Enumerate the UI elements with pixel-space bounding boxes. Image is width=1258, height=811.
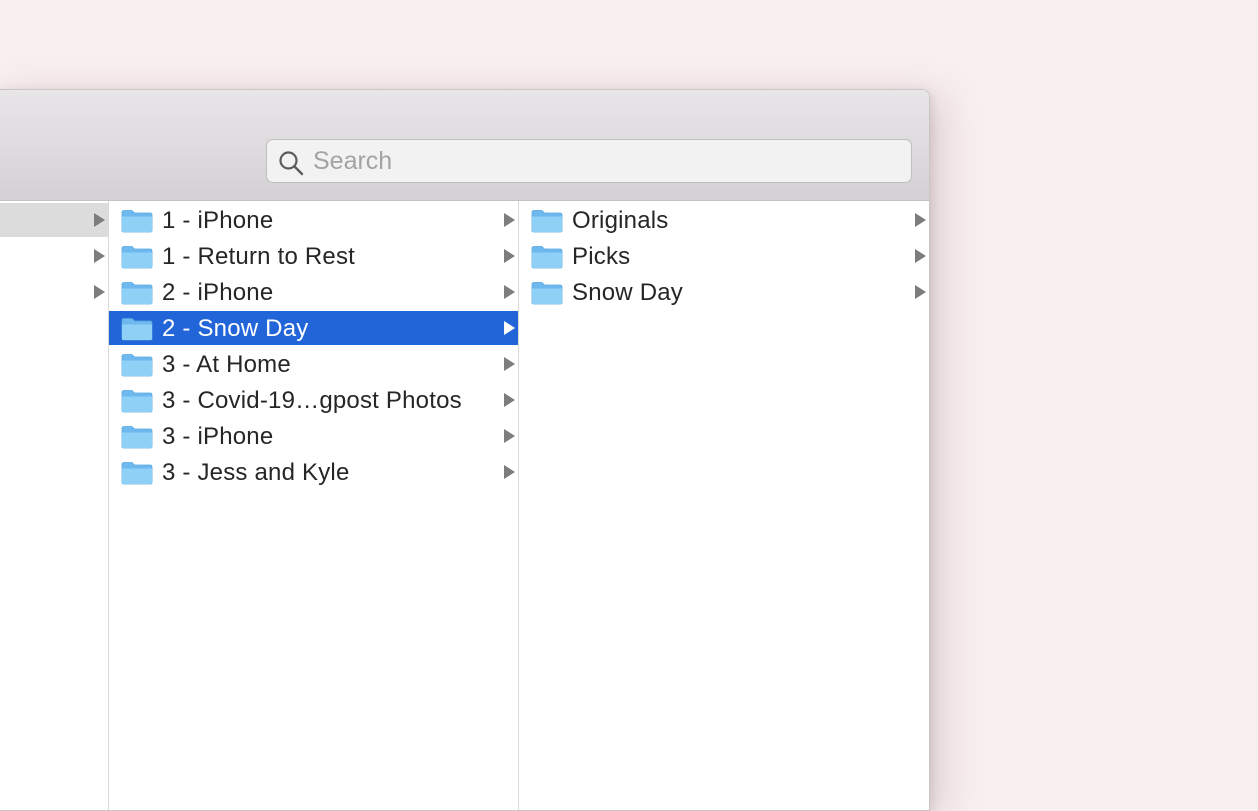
- search-field[interactable]: [266, 139, 912, 183]
- folder-icon: [121, 246, 153, 269]
- folder-label: Originals: [572, 207, 669, 234]
- folder-row-selected[interactable]: 2 - Snow Day: [109, 311, 518, 345]
- finder-window: 1 - iPhone 1 - Return to Rest 2 - iPhone…: [0, 89, 930, 811]
- list-item[interactable]: [0, 203, 108, 237]
- column-contents: Originals Picks Snow Day: [519, 201, 929, 810]
- folder-label: 2 - Snow Day: [162, 315, 309, 342]
- search-icon: [279, 151, 304, 176]
- disclosure-triangle-icon: [915, 285, 926, 299]
- folder-icon: [121, 354, 153, 377]
- folder-label: Snow Day: [572, 279, 683, 306]
- folder-icon: [121, 426, 153, 449]
- folder-icon: [531, 246, 563, 269]
- folder-label: Picks: [572, 243, 631, 270]
- folder-icon: [121, 318, 153, 341]
- folder-icon: [121, 282, 153, 305]
- toolbar: [0, 90, 929, 201]
- list-item[interactable]: [0, 275, 108, 309]
- folder-label: 3 - At Home: [162, 351, 291, 378]
- folder-row[interactable]: Snow Day: [519, 275, 929, 309]
- column-parent: [0, 201, 109, 810]
- disclosure-triangle-icon: [94, 249, 105, 263]
- disclosure-triangle-icon: [915, 249, 926, 263]
- folder-label: 1 - iPhone: [162, 207, 274, 234]
- folder-label: 1 - Return to Rest: [162, 243, 356, 270]
- folder-row[interactable]: Picks: [519, 239, 929, 273]
- disclosure-triangle-icon: [504, 321, 515, 335]
- folder-row[interactable]: 2 - iPhone: [109, 275, 518, 309]
- folder-icon: [121, 210, 153, 233]
- folder-icon: [121, 462, 153, 485]
- folder-icon: [531, 282, 563, 305]
- disclosure-triangle-icon: [504, 213, 515, 227]
- folder-row[interactable]: 3 - At Home: [109, 347, 518, 381]
- folder-label: 3 - Covid-19…gpost Photos: [162, 387, 462, 414]
- search-input[interactable]: [313, 144, 893, 178]
- disclosure-triangle-icon: [915, 213, 926, 227]
- disclosure-triangle-icon: [504, 357, 515, 371]
- folder-row[interactable]: 3 - iPhone: [109, 419, 518, 453]
- disclosure-triangle-icon: [504, 429, 515, 443]
- column-albums: 1 - iPhone 1 - Return to Rest 2 - iPhone…: [109, 201, 519, 810]
- list-item[interactable]: [0, 239, 108, 273]
- folder-row[interactable]: 3 - Jess and Kyle: [109, 455, 518, 489]
- folder-row[interactable]: 1 - Return to Rest: [109, 239, 518, 273]
- disclosure-triangle-icon: [504, 249, 515, 263]
- disclosure-triangle-icon: [504, 285, 515, 299]
- folder-label: 2 - iPhone: [162, 279, 274, 306]
- folder-icon: [121, 390, 153, 413]
- folder-label: 3 - Jess and Kyle: [162, 459, 350, 486]
- disclosure-triangle-icon: [504, 393, 515, 407]
- disclosure-triangle-icon: [94, 285, 105, 299]
- folder-row[interactable]: 1 - iPhone: [109, 203, 518, 237]
- folder-row[interactable]: 3 - Covid-19…gpost Photos: [109, 383, 518, 417]
- disclosure-triangle-icon: [94, 213, 105, 227]
- disclosure-triangle-icon: [504, 465, 515, 479]
- folder-label: 3 - iPhone: [162, 423, 274, 450]
- folder-row[interactable]: Originals: [519, 203, 929, 237]
- folder-icon: [531, 210, 563, 233]
